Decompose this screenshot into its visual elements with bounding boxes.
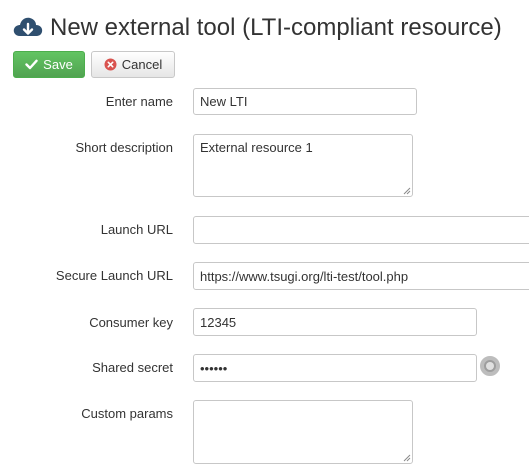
cancel-button-label: Cancel (121, 57, 163, 72)
show-secret-icon[interactable] (480, 356, 500, 376)
shared-secret-label: Shared secret (92, 360, 173, 375)
page-title: New external tool (LTI-compliant resourc… (50, 14, 502, 41)
consumer-key-input[interactable] (193, 308, 477, 336)
launch-url-input[interactable] (193, 216, 529, 244)
secure-launch-url-input[interactable] (193, 262, 529, 290)
name-input[interactable] (193, 88, 417, 115)
cloud-download-icon (12, 14, 44, 42)
shared-secret-input[interactable] (193, 354, 477, 382)
name-label: Enter name (105, 94, 173, 109)
page-header: New external tool (LTI-compliant resourc… (12, 8, 502, 48)
custom-params-input[interactable] (193, 400, 413, 464)
custom-params-label: Custom params (81, 406, 173, 421)
x-circle-icon (104, 58, 117, 71)
cancel-button[interactable]: Cancel (91, 51, 175, 78)
check-icon (25, 59, 38, 70)
short-description-input[interactable]: External resource 1 (193, 134, 413, 197)
secure-launch-url-label: Secure Launch URL (55, 268, 173, 283)
consumer-key-label: Consumer key (89, 315, 173, 330)
launch-url-label: Launch URL (100, 222, 173, 237)
short-description-label: Short description (75, 140, 173, 155)
save-button[interactable]: Save (13, 51, 85, 78)
save-button-label: Save (43, 57, 73, 72)
